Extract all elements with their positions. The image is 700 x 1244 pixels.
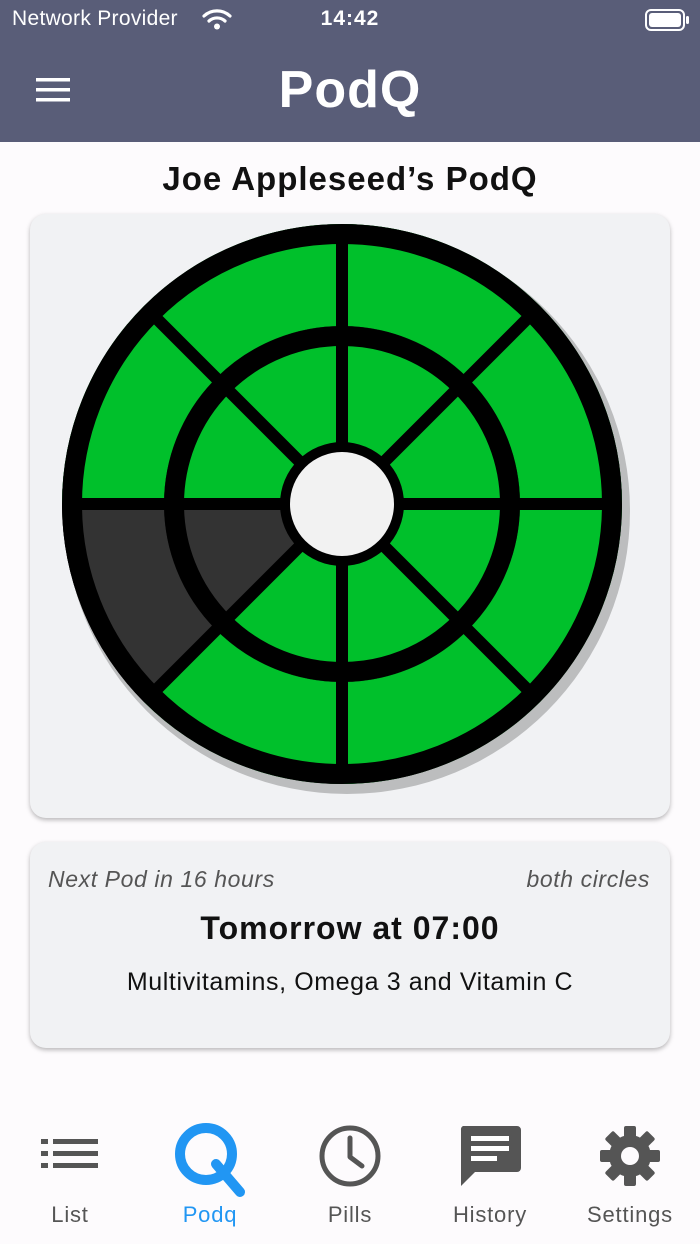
- tab-list[interactable]: List: [0, 1100, 140, 1244]
- wheel-center: [290, 452, 394, 556]
- gear-icon: [600, 1126, 660, 1186]
- tab-pills[interactable]: Pills: [280, 1100, 420, 1244]
- pod-wheel[interactable]: [30, 214, 670, 818]
- tab-podq[interactable]: Podq: [140, 1100, 280, 1244]
- tab-history[interactable]: History: [420, 1100, 560, 1244]
- status-time: 14:42: [320, 7, 380, 30]
- page-title: Joe Appleseed’s PodQ: [162, 160, 538, 197]
- tab-settings-label: Settings: [587, 1202, 673, 1227]
- next-pod-due: Next Pod in 16 hours: [48, 866, 275, 892]
- next-pod-card: Next Pod in 16 hours both circles Tomorr…: [30, 842, 670, 1048]
- podq-q-icon: [175, 1123, 245, 1197]
- tab-list-label: List: [51, 1202, 89, 1227]
- tab-settings[interactable]: Settings: [560, 1100, 700, 1244]
- clock-icon: [319, 1125, 381, 1187]
- next-pod-circles: both circles: [526, 866, 650, 892]
- app-title: PodQ: [278, 61, 422, 119]
- tab-podq-label: Podq: [182, 1202, 238, 1227]
- pod-wheel-card: [30, 214, 670, 818]
- next-pod-time: Tomorrow at 07:00: [200, 910, 500, 946]
- status-bar: Network Provider 14:42: [0, 0, 700, 40]
- next-pod-pills: Multivitamins, Omega 3 and Vitamin C: [126, 968, 574, 996]
- list-icon: [41, 1139, 98, 1168]
- chat-history-icon: [460, 1126, 521, 1186]
- battery-icon: [645, 9, 689, 31]
- tab-pills-label: Pills: [327, 1202, 373, 1227]
- tab-history-label: History: [452, 1202, 528, 1227]
- app-header: Network Provider 14:42 PodQ: [0, 0, 700, 142]
- bottom-tab-bar: List Podq Pills History Settings: [0, 1100, 700, 1244]
